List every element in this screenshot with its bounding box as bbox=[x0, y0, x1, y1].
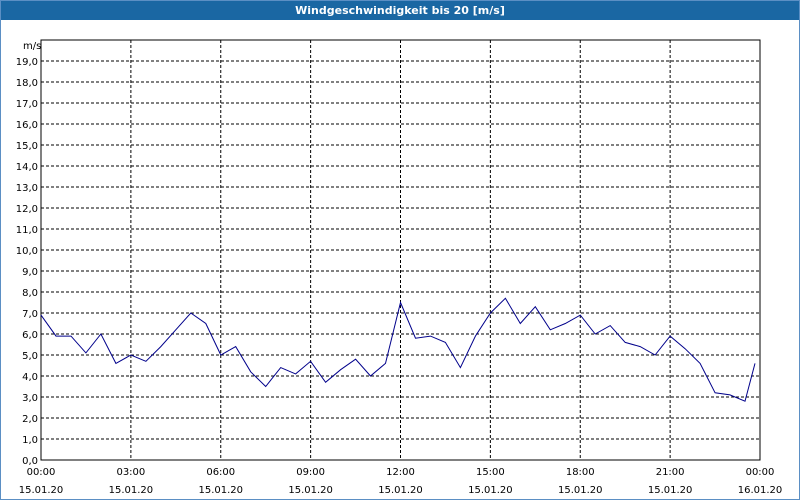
y-tick-label: 16,0 bbox=[16, 120, 38, 131]
y-axis-ticks: 0,0 1,0 2,0 3,0 4,0 5,0 6,0 7,0 8,0 9,0 10,0 11,0 12… bbox=[16, 57, 38, 467]
y-tick-label: 9,0 bbox=[22, 267, 38, 278]
chart-title: Windgeschwindigkeit bis 20 [m/s] bbox=[1, 1, 799, 20]
x-tick-date-label: 15.01.20 bbox=[558, 485, 603, 496]
wind-speed-chart: 0,0 1,0 2,0 3,0 4,0 5,0 6,0 7,0 8,0 9,0 10,0 11,0 12… bbox=[16, 39, 783, 496]
chart-grid bbox=[41, 40, 760, 460]
x-axis-ticks: 00:00 15.01.20 03:00 15.01.20 06:00 15.01.20 0… bbox=[19, 467, 783, 496]
y-tick-label: 19,0 bbox=[16, 57, 38, 68]
x-tick-time-label: 21:00 bbox=[656, 467, 685, 478]
x-tick-time-label: 00:00 bbox=[27, 467, 56, 478]
x-tick-date-label: 15.01.20 bbox=[288, 485, 333, 496]
x-tick-time-label: 12:00 bbox=[386, 467, 415, 478]
y-tick-label: 17,0 bbox=[16, 99, 38, 110]
x-tick-date-label: 15.01.20 bbox=[468, 485, 513, 496]
y-tick-label: 7,0 bbox=[22, 309, 38, 320]
y-tick-label: 1,0 bbox=[22, 435, 38, 446]
chart-window: Windgeschwindigkeit bis 20 [m/s] 0,0 1,0 2… bbox=[0, 0, 800, 500]
y-tick-label: 2,0 bbox=[22, 414, 38, 425]
y-axis-label: m/s bbox=[23, 41, 41, 52]
wind-speed-series-line bbox=[40, 297, 756, 402]
y-tick-label: 12,0 bbox=[16, 204, 38, 215]
x-tick-time-label: 06:00 bbox=[206, 467, 235, 478]
x-tick-date-label: 16.01.20 bbox=[738, 485, 783, 496]
x-tick-time-label: 09:00 bbox=[296, 467, 325, 478]
x-tick-time-label: 18:00 bbox=[566, 467, 595, 478]
y-tick-label: 15,0 bbox=[16, 141, 38, 152]
y-tick-label: 4,0 bbox=[22, 372, 38, 383]
x-tick-time-label: 03:00 bbox=[116, 467, 145, 478]
x-tick-time-label: 00:00 bbox=[746, 467, 775, 478]
x-tick-date-label: 15.01.20 bbox=[378, 485, 423, 496]
y-tick-label: 3,0 bbox=[22, 393, 38, 404]
y-tick-label: 14,0 bbox=[16, 162, 38, 173]
y-tick-label: 18,0 bbox=[16, 78, 38, 89]
y-tick-label: 11,0 bbox=[16, 225, 38, 236]
y-tick-label: 5,0 bbox=[22, 351, 38, 362]
x-tick-date-label: 15.01.20 bbox=[648, 485, 693, 496]
x-tick-date-label: 15.01.20 bbox=[109, 485, 154, 496]
y-tick-label: 8,0 bbox=[22, 288, 38, 299]
x-tick-time-label: 15:00 bbox=[476, 467, 505, 478]
x-tick-date-label: 15.01.20 bbox=[198, 485, 243, 496]
y-tick-label: 10,0 bbox=[16, 246, 38, 257]
x-tick-date-label: 15.01.20 bbox=[19, 485, 64, 496]
y-tick-label: 6,0 bbox=[22, 330, 38, 341]
y-tick-label: 13,0 bbox=[16, 183, 38, 194]
y-tick-label: 0,0 bbox=[22, 456, 38, 467]
